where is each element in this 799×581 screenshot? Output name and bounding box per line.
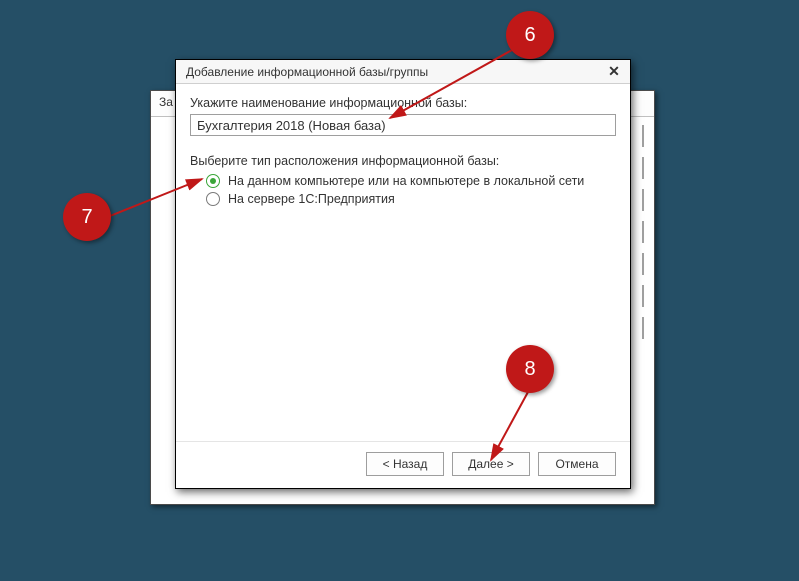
cancel-button[interactable]: Отмена	[538, 452, 616, 476]
annotation-bubble-6: 6	[506, 11, 554, 59]
radio-server[interactable]	[206, 192, 220, 206]
radio-server-row[interactable]: На сервере 1С:Предприятия	[206, 192, 616, 206]
dialog-button-row: < Назад Далее > Отмена	[176, 441, 630, 488]
dialog-title: Добавление информационной базы/группы	[186, 65, 428, 79]
infobase-name-input[interactable]	[190, 114, 616, 136]
background-side-buttons	[642, 125, 644, 339]
dialog-body: Укажите наименование информационной базы…	[176, 84, 630, 441]
next-button[interactable]: Далее >	[452, 452, 530, 476]
radio-local[interactable]	[206, 174, 220, 188]
radio-local-row[interactable]: На данном компьютере или на компьютере в…	[206, 174, 616, 188]
close-button[interactable]: ✕	[604, 63, 624, 81]
name-label: Укажите наименование информационной базы…	[190, 96, 616, 110]
annotation-bubble-8: 8	[506, 345, 554, 393]
radio-local-label: На данном компьютере или на компьютере в…	[228, 174, 584, 188]
location-label: Выберите тип расположения информационной…	[190, 154, 616, 168]
radio-server-label: На сервере 1С:Предприятия	[228, 192, 395, 206]
dialog-titlebar: Добавление информационной базы/группы ✕	[176, 60, 630, 84]
annotation-bubble-7: 7	[63, 193, 111, 241]
back-button[interactable]: < Назад	[366, 452, 444, 476]
add-infobase-dialog: Добавление информационной базы/группы ✕ …	[175, 59, 631, 489]
